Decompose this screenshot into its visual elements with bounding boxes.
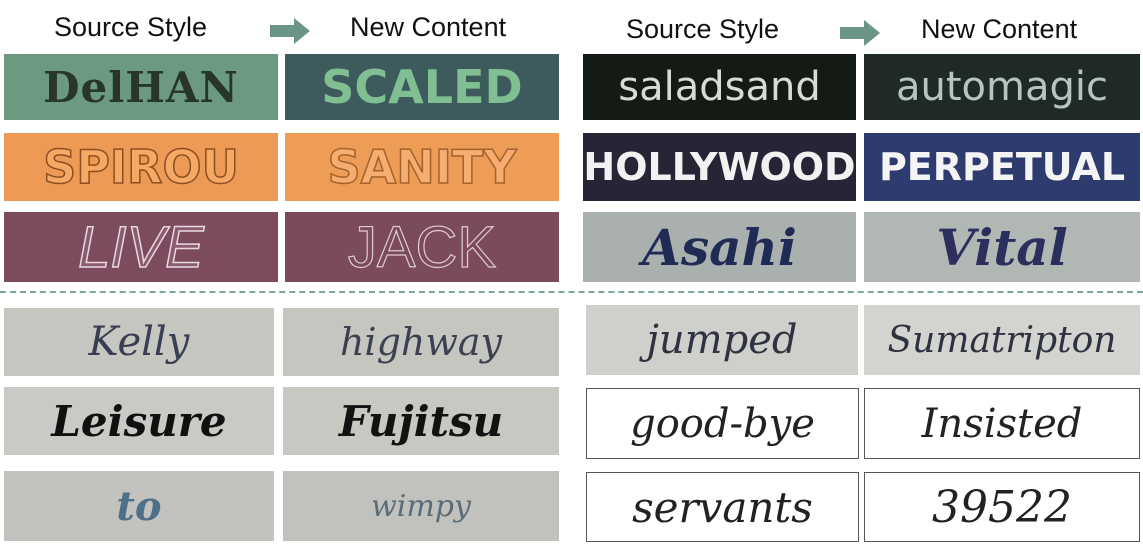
new-content-header-right: New Content <box>921 14 1078 44</box>
new-content-image: 39522 <box>864 472 1140 542</box>
new-content-image: Fujitsu <box>283 387 559 455</box>
source-style-image: Leisure <box>4 387 274 455</box>
new-content-image: wimpy <box>283 471 559 541</box>
new-content-image: JACK <box>285 212 559 282</box>
arrow-right-icon <box>270 18 310 44</box>
new-content-image: Insisted <box>864 388 1140 459</box>
source-style-image: saladsand <box>583 54 856 120</box>
new-content-image: Vital <box>864 212 1140 282</box>
source-style-image: to <box>4 471 274 541</box>
new-content-image: PERPETUAL <box>864 133 1140 201</box>
arrow-right-icon <box>840 20 880 46</box>
source-style-header-left: Source Style <box>54 12 208 42</box>
new-content-header-left: New Content <box>350 12 507 42</box>
source-style-image: good-bye <box>586 388 859 459</box>
source-style-image: LIVE <box>4 212 278 282</box>
source-style-image: jumped <box>586 305 858 375</box>
source-style-header-right: Source Style <box>626 14 780 44</box>
source-style-image: SPIROU <box>4 133 278 201</box>
source-style-image: HOLLYWOOD <box>583 133 856 201</box>
source-style-image: servants <box>586 472 859 542</box>
new-content-image: highway <box>283 308 559 376</box>
new-content-image: SCALED <box>285 54 559 120</box>
section-divider <box>0 291 1143 293</box>
source-style-image: Kelly <box>4 308 274 376</box>
new-content-image: SANITY <box>285 133 559 201</box>
new-content-image: Sumatripton <box>864 305 1140 375</box>
new-content-image: automagic <box>864 54 1140 120</box>
source-style-image: Asahi <box>583 212 856 282</box>
source-style-image: DelHAN <box>4 54 278 120</box>
